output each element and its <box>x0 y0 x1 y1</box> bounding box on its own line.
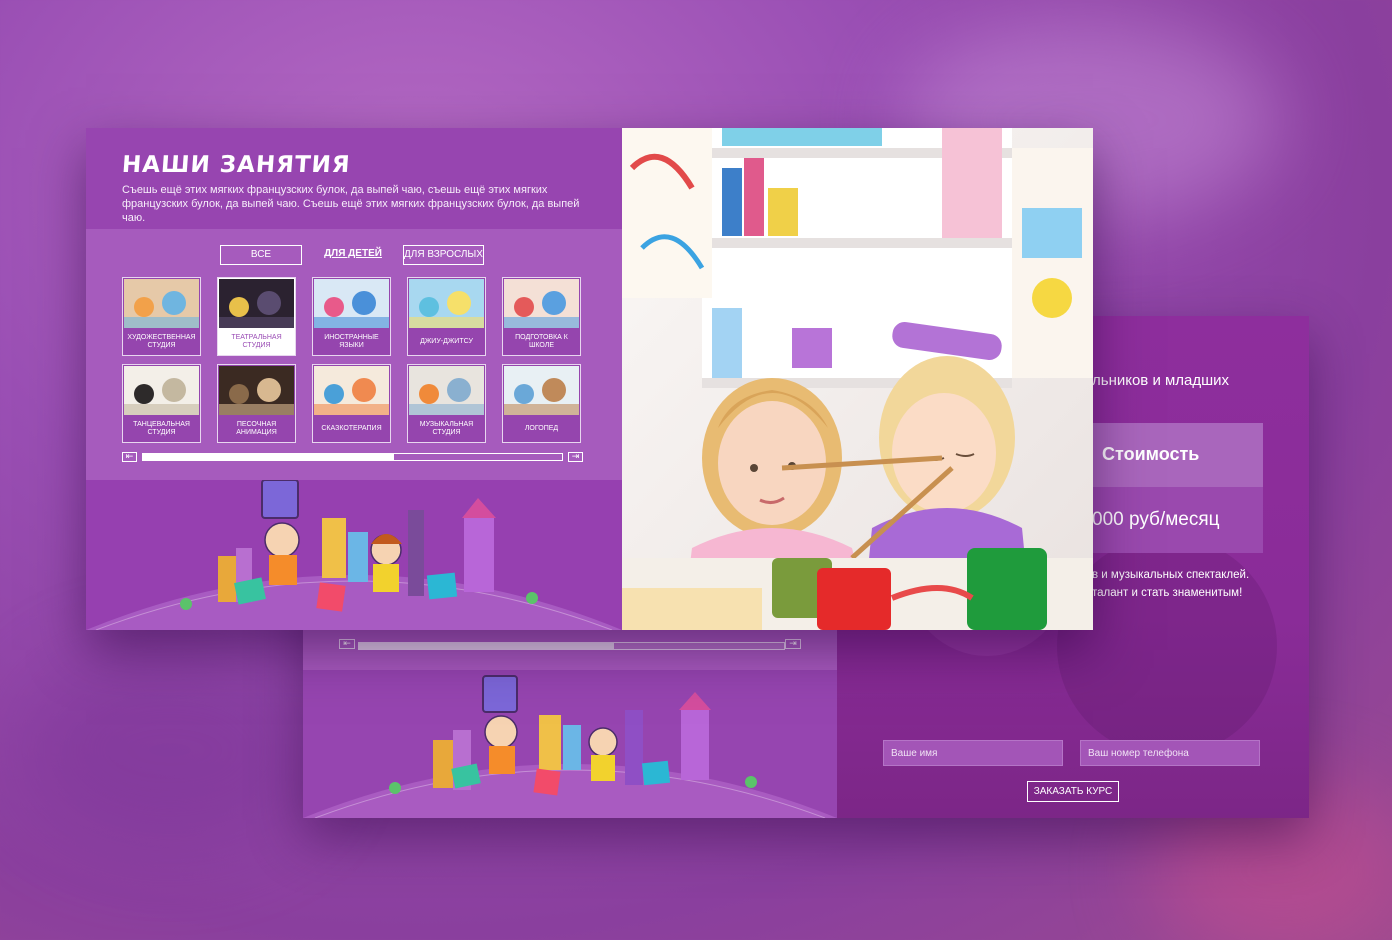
activity-label: ИНОСТРАННЫЕ ЯЗЫКИ <box>324 333 379 349</box>
activity-photo <box>314 366 389 415</box>
section-description: Съешь ещё этих мягких французских булок,… <box>122 184 580 224</box>
activities-scrollbar: ⇤ ⇥ <box>122 452 584 462</box>
back-scrollbar: ⇤ ⇥ <box>303 630 837 670</box>
activity-label: ДЖИУ-ДЖИТСУ <box>420 337 473 345</box>
kids-illustration <box>86 480 622 630</box>
scroll-thumb[interactable] <box>359 643 614 649</box>
scroll-track[interactable] <box>358 642 785 650</box>
scroll-prev-button[interactable]: ⇤ <box>339 639 355 649</box>
activity-photo <box>314 279 389 328</box>
activity-card[interactable]: ДЖИУ-ДЖИТСУ <box>407 277 486 356</box>
activity-card[interactable]: ПЕСОЧНАЯ АНИМАЦИЯ <box>217 364 296 443</box>
order-course-button[interactable]: ЗАКАЗАТЬ КУРС <box>1027 781 1119 802</box>
section-title: НАШИ ЗАНЯТИЯ <box>121 152 352 178</box>
front-mockup-panel: НАШИ ЗАНЯТИЯ Съешь ещё этих мягких франц… <box>86 128 1093 630</box>
activity-card[interactable]: ПОДГОТОВКА К ШКОЛЕ <box>502 277 581 356</box>
activity-label: ПОДГОТОВКА К ШКОЛЕ <box>515 333 568 349</box>
detail-description-line: в и музыкальных спектаклей. <box>1092 569 1250 581</box>
scroll-next-button[interactable]: ⇥ <box>785 639 801 649</box>
activity-label: ТЕАТРАЛЬНАЯ СТУДИЯ <box>231 333 282 349</box>
background-glow <box>20 650 320 850</box>
tab-for-children[interactable]: ДЛЯ ДЕТЕЙ <box>322 245 384 265</box>
activity-label: ЛОГОПЕД <box>524 424 559 432</box>
activity-card[interactable]: ТЕАТРАЛЬНАЯ СТУДИЯ <box>217 277 296 356</box>
activity-label: МУЗЫКАЛЬНАЯ СТУДИЯ <box>419 420 474 436</box>
activity-photo <box>219 366 294 415</box>
activity-photo <box>124 366 199 415</box>
activity-label: ТАНЦЕВАЛЬНАЯ СТУДИЯ <box>133 420 190 436</box>
name-field[interactable] <box>883 740 1063 766</box>
hero-photo <box>622 128 1093 630</box>
scroll-next-button[interactable]: ⇥ <box>568 452 583 462</box>
activity-card[interactable]: МУЗЫКАЛЬНАЯ СТУДИЯ <box>407 364 486 443</box>
scroll-prev-button[interactable]: ⇤ <box>122 452 137 462</box>
price-value: 000 руб/месяц <box>1092 509 1220 530</box>
kids-illustration <box>303 670 837 819</box>
activity-card[interactable]: СКАЗКОТЕРАПИЯ <box>312 364 391 443</box>
activity-photo <box>409 279 484 328</box>
activity-card[interactable]: ТАНЦЕВАЛЬНАЯ СТУДИЯ <box>122 364 201 443</box>
activity-photo <box>504 366 579 415</box>
activity-photo <box>409 366 484 415</box>
activity-card[interactable]: ЛОГОПЕД <box>502 364 581 443</box>
detail-description-line: талант и стать знаменитым! <box>1092 587 1243 599</box>
activity-card[interactable]: ХУДОЖЕСТВЕННАЯ СТУДИЯ <box>122 277 201 356</box>
activity-label: ХУДОЖЕСТВЕННАЯ СТУДИЯ <box>127 333 196 349</box>
tab-for-adults[interactable]: ДЛЯ ВЗРОСЛЫХ <box>403 245 484 265</box>
section-header: НАШИ ЗАНЯТИЯ Съешь ещё этих мягких франц… <box>86 128 622 229</box>
activity-card[interactable]: ИНОСТРАННЫЕ ЯЗЫКИ <box>312 277 391 356</box>
scroll-track[interactable] <box>142 453 563 461</box>
activity-label: ПЕСОЧНАЯ АНИМАЦИЯ <box>236 420 277 436</box>
activities-section: НАШИ ЗАНЯТИЯ Съешь ещё этих мягких франц… <box>86 128 622 630</box>
scroll-thumb[interactable] <box>143 454 395 460</box>
activity-label: СКАЗКОТЕРАПИЯ <box>321 424 382 432</box>
phone-field[interactable] <box>1080 740 1260 766</box>
activity-photo <box>504 279 579 328</box>
activities-body: ВСЕ ДЛЯ ДЕТЕЙ ДЛЯ ВЗРОСЛЫХ ХУДОЖЕСТВЕННА… <box>86 229 622 480</box>
cost-label: Стоимость <box>1102 444 1200 464</box>
tab-all[interactable]: ВСЕ <box>220 245 302 265</box>
detail-subtitle: льников и младших <box>1092 372 1230 389</box>
activity-photo <box>124 279 199 328</box>
activity-photo <box>219 279 294 328</box>
